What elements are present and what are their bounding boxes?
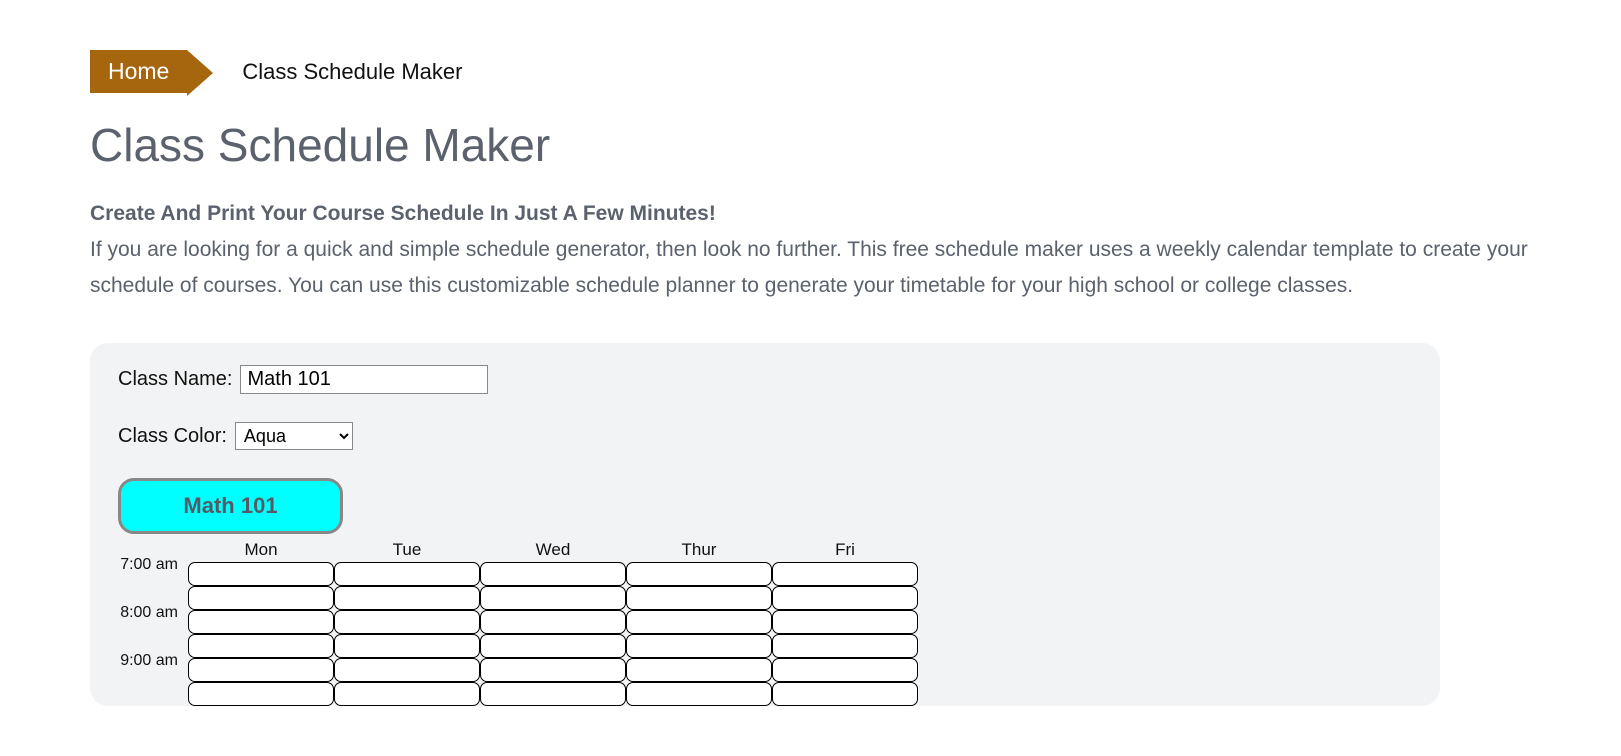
schedule-cell[interactable] [334,634,480,658]
schedule-cell[interactable] [188,682,334,706]
class-color-label: Class Color: [118,425,227,448]
schedule-cell[interactable] [772,586,918,610]
schedule-cell[interactable] [772,562,918,586]
breadcrumb: Home Class Schedule Maker [90,50,1531,93]
class-name-input[interactable] [240,365,488,394]
schedule-cell[interactable] [334,586,480,610]
schedule-cell[interactable] [188,658,334,682]
time-label: 7:00 am [118,556,188,574]
schedule-cell[interactable] [188,610,334,634]
page-title: Class Schedule Maker [90,118,1531,172]
time-label: 8:00 am [118,604,188,622]
day-header: Thur [626,540,772,560]
schedule-cell[interactable] [626,586,772,610]
schedule-panel: Class Name: Class Color: Aqua Math 101 M… [90,343,1440,706]
schedule-cell[interactable] [626,658,772,682]
breadcrumb-current: Class Schedule Maker [242,59,462,85]
class-name-label: Class Name: [118,368,232,391]
schedule-cell[interactable] [188,586,334,610]
class-color-select[interactable]: Aqua [235,422,353,450]
schedule-cell[interactable] [480,586,626,610]
day-header: Fri [772,540,918,560]
schedule-cell[interactable] [626,610,772,634]
schedule-cell[interactable] [334,682,480,706]
day-header: Wed [480,540,626,560]
day-header: Mon [188,540,334,560]
schedule-cell[interactable] [772,634,918,658]
schedule-cell[interactable] [480,610,626,634]
schedule-cell[interactable] [626,682,772,706]
schedule-cell[interactable] [626,634,772,658]
class-pill-draggable[interactable]: Math 101 [118,478,343,534]
tagline: Create And Print Your Course Schedule In… [90,202,1531,226]
schedule-cell[interactable] [480,562,626,586]
breadcrumb-home-link[interactable]: Home [90,50,187,93]
schedule-cell[interactable] [626,562,772,586]
schedule-cell[interactable] [480,682,626,706]
time-label: 9:00 am [118,652,188,670]
schedule-cell[interactable] [772,610,918,634]
intro-text: If you are looking for a quick and simpl… [90,232,1531,303]
schedule-cell[interactable] [480,634,626,658]
schedule-cell[interactable] [334,658,480,682]
schedule-cell[interactable] [188,562,334,586]
schedule-cell[interactable] [188,634,334,658]
schedule-cell[interactable] [334,610,480,634]
schedule-grid: Mon Tue Wed Thur Fri 7:00 am 8:00 am 9:00 … [118,540,1412,706]
schedule-cell[interactable] [772,658,918,682]
schedule-cell[interactable] [772,682,918,706]
day-header: Tue [334,540,480,560]
schedule-cell[interactable] [334,562,480,586]
schedule-cell[interactable] [480,658,626,682]
